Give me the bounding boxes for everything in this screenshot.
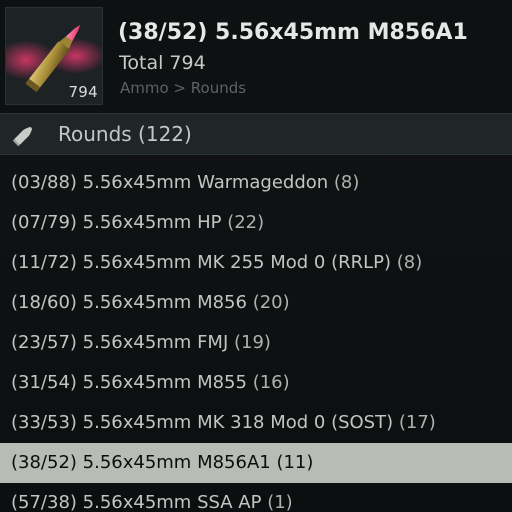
ammo-name: (31/54) 5.56x45mm M855 xyxy=(11,372,247,393)
ammo-name: (38/52) 5.56x45mm M856A1 xyxy=(11,452,271,473)
ammo-name: (23/57) 5.56x45mm FMJ xyxy=(11,332,229,353)
ammo-name: (03/88) 5.56x45mm Warmageddon xyxy=(11,172,329,193)
list-item[interactable]: (57/38) 5.56x45mm SSA AP (1) xyxy=(0,483,512,512)
ammo-name: (11/72) 5.56x45mm MK 255 Mod 0 (RRLP) xyxy=(11,252,392,273)
ammo-count: (1) xyxy=(267,492,293,512)
list-item[interactable]: (11/72) 5.56x45mm MK 255 Mod 0 (RRLP) (8… xyxy=(0,243,512,283)
list-item[interactable]: (33/53) 5.56x45mm MK 318 Mod 0 (SOST) (1… xyxy=(0,403,512,443)
category-label: Rounds (122) xyxy=(58,122,192,146)
stack-count: 794 xyxy=(68,83,98,101)
item-header: 794 (38/52) 5.56x45mm M856A1 Total 794 A… xyxy=(0,0,512,113)
ammo-name: (33/53) 5.56x45mm MK 318 Mod 0 (SOST) xyxy=(11,412,394,433)
ammo-count: (17) xyxy=(398,412,436,433)
item-title: (38/52) 5.56x45mm M856A1 xyxy=(118,20,468,45)
ammo-browser: 794 (38/52) 5.56x45mm M856A1 Total 794 A… xyxy=(0,0,512,512)
ammo-name: (07/79) 5.56x45mm HP xyxy=(11,212,222,233)
ammo-count: (19) xyxy=(234,332,271,353)
ammo-count: (22) xyxy=(227,212,265,233)
ammo-count: (8) xyxy=(396,252,423,273)
category-header[interactable]: Rounds (122) xyxy=(0,113,512,155)
ammo-count: (11) xyxy=(276,452,314,473)
item-thumbnail[interactable]: 794 xyxy=(5,7,103,105)
ammo-name: (18/60) 5.56x45mm M856 xyxy=(11,292,247,313)
bullet-icon xyxy=(12,127,32,147)
ammo-list: (03/88) 5.56x45mm Warmageddon (8) (07/79)… xyxy=(0,163,512,512)
list-item[interactable]: (31/54) 5.56x45mm M855 (16) xyxy=(0,363,512,403)
breadcrumb[interactable]: Ammo > Rounds xyxy=(120,79,246,97)
list-item[interactable]: (18/60) 5.56x45mm M856 (20) xyxy=(0,283,512,323)
ammo-name: (57/38) 5.56x45mm SSA AP xyxy=(11,492,262,512)
ammo-count: (8) xyxy=(333,172,360,193)
ammo-count: (20) xyxy=(252,292,290,313)
list-item[interactable]: (07/79) 5.56x45mm HP (22) xyxy=(0,203,512,243)
list-item[interactable]: (23/57) 5.56x45mm FMJ (19) xyxy=(0,323,512,363)
list-item-selected[interactable]: (38/52) 5.56x45mm M856A1 (11) xyxy=(0,443,512,483)
item-total: Total 794 xyxy=(119,52,206,74)
ammo-count: (16) xyxy=(252,372,290,393)
list-item[interactable]: (03/88) 5.56x45mm Warmageddon (8) xyxy=(0,163,512,203)
